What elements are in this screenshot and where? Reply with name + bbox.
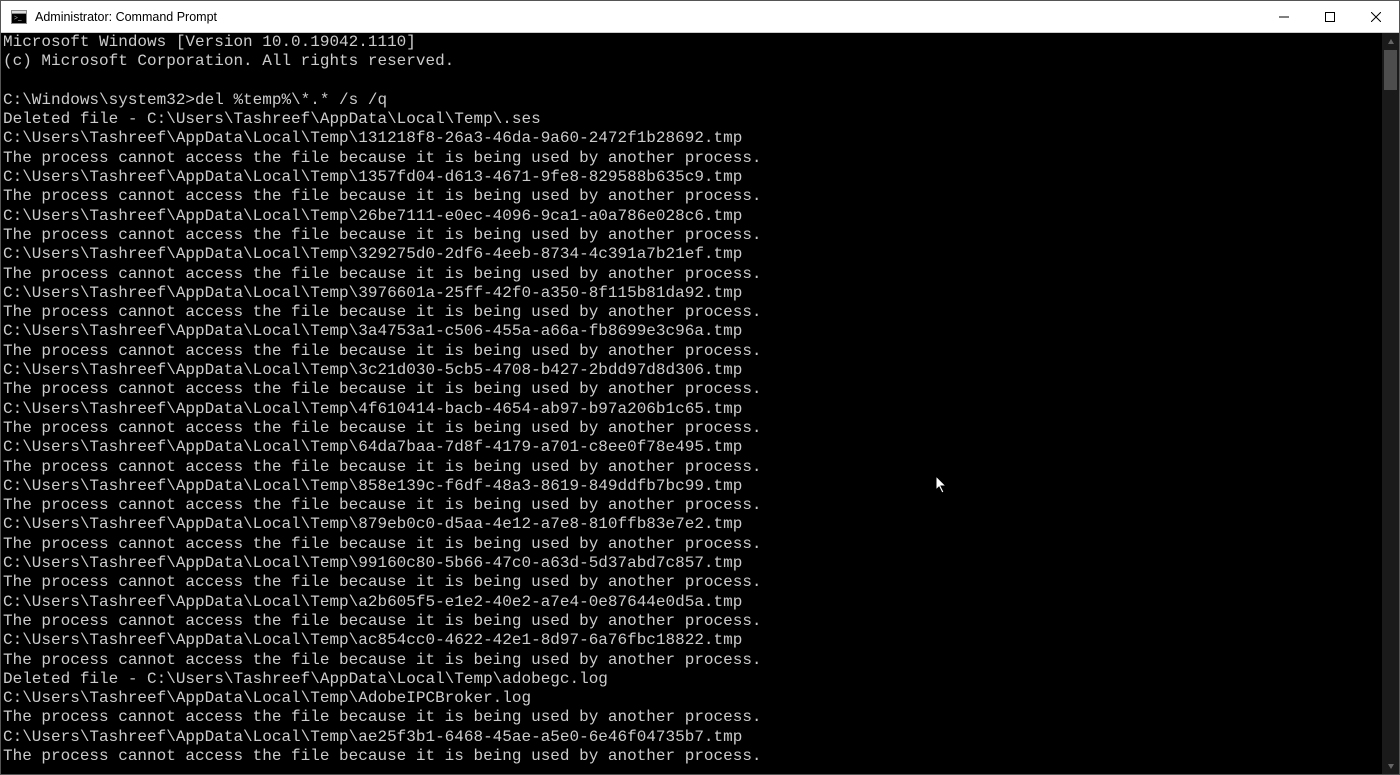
vertical-scrollbar[interactable] xyxy=(1382,33,1399,774)
cmd-icon: >_ xyxy=(11,9,27,25)
scroll-down-arrow-icon[interactable] xyxy=(1382,757,1399,774)
minimize-button[interactable] xyxy=(1261,1,1307,33)
close-button[interactable] xyxy=(1353,1,1399,33)
svg-text:>_: >_ xyxy=(14,14,22,22)
scroll-up-arrow-icon[interactable] xyxy=(1382,33,1399,50)
terminal-output[interactable]: Microsoft Windows [Version 10.0.19042.11… xyxy=(1,33,1382,774)
window-title: Administrator: Command Prompt xyxy=(35,10,217,24)
titlebar[interactable]: >_ Administrator: Command Prompt xyxy=(1,1,1399,33)
scrollbar-thumb[interactable] xyxy=(1384,50,1397,90)
command-prompt-window: >_ Administrator: Command Prompt Microso… xyxy=(0,0,1400,775)
maximize-button[interactable] xyxy=(1307,1,1353,33)
client-area: Microsoft Windows [Version 10.0.19042.11… xyxy=(1,33,1399,774)
